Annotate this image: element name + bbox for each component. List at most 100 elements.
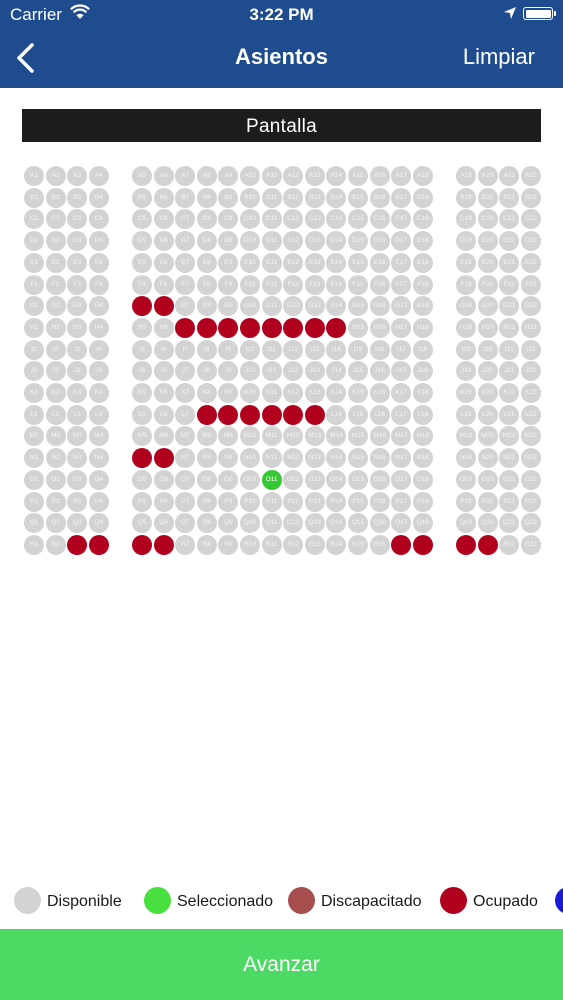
seat-k21[interactable]: K21 [499,383,520,403]
seat-f22[interactable]: F22 [520,274,541,295]
seat-c1[interactable]: C1 [24,209,44,230]
seat-h20[interactable]: H20 [477,317,498,338]
seat-d7[interactable]: D7 [175,231,196,252]
seat-e16[interactable]: E16 [369,252,390,273]
seat-f10[interactable]: F10 [240,274,260,295]
seat-m20[interactable]: M20 [477,426,498,447]
seat-o4[interactable]: O4 [88,469,109,490]
seat-o18[interactable]: O18 [412,469,433,490]
seat-m7[interactable]: M7 [175,426,196,447]
seat-o12[interactable]: O12 [283,469,304,490]
seat-n2[interactable]: N2 [45,448,66,469]
seat-q6[interactable]: Q6 [153,513,174,534]
seat-m14[interactable]: M14 [326,426,347,447]
seat-j6[interactable]: J6 [153,361,174,382]
seat-g2[interactable]: G2 [45,296,66,317]
seat-o7[interactable]: O7 [175,469,196,490]
seat-a7[interactable]: A7 [175,166,196,186]
seat-n15[interactable]: N15 [348,448,368,469]
seat-g22[interactable]: G22 [520,296,541,317]
seat-g21[interactable]: G21 [499,296,520,317]
seat-e11[interactable]: E11 [261,252,282,273]
seat-k8[interactable]: K8 [196,383,217,403]
seat-g11[interactable]: G11 [261,296,282,317]
seat-r7[interactable]: R7 [175,534,196,555]
seat-j10[interactable]: J10 [240,361,260,382]
seat-p21[interactable]: P21 [499,491,520,512]
seat-e19[interactable]: E19 [456,252,476,273]
seat-c14[interactable]: C14 [326,209,347,230]
seat-m22[interactable]: M22 [520,426,541,447]
seat-k16[interactable]: K16 [369,383,390,403]
seat-g10[interactable]: G10 [240,296,260,317]
seat-o10[interactable]: O10 [240,469,260,490]
seat-m4[interactable]: M4 [88,426,109,447]
seat-e5[interactable]: E5 [132,252,152,273]
seat-b21[interactable]: B21 [499,187,520,208]
seat-i1[interactable]: I1 [24,339,44,360]
seat-d16[interactable]: D16 [369,231,390,252]
seat-h1[interactable]: H1 [24,317,44,338]
seat-d19[interactable]: D19 [456,231,476,252]
seat-d3[interactable]: D3 [67,231,88,252]
seat-n12[interactable]: N12 [283,448,304,469]
seat-c11[interactable]: C11 [261,209,282,230]
seat-o9[interactable]: O9 [218,469,239,490]
seat-l19[interactable]: L19 [456,404,476,425]
seat-m5[interactable]: M5 [132,426,152,447]
seat-p14[interactable]: P14 [326,491,347,512]
seat-d14[interactable]: D14 [326,231,347,252]
seat-b18[interactable]: B18 [412,187,433,208]
seat-p12[interactable]: P12 [283,491,304,512]
seat-e8[interactable]: E8 [196,252,217,273]
seat-g15[interactable]: G15 [348,296,368,317]
seat-j7[interactable]: J7 [175,361,196,382]
seat-m9[interactable]: M9 [218,426,239,447]
seat-p17[interactable]: P17 [391,491,412,512]
seat-i4[interactable]: I4 [88,339,109,360]
seat-a15[interactable]: A15 [348,166,368,186]
seat-r12[interactable]: R12 [283,534,304,555]
seat-k10[interactable]: K10 [240,383,260,403]
seat-m13[interactable]: M13 [304,426,325,447]
seat-q8[interactable]: Q8 [196,513,217,534]
seat-k7[interactable]: K7 [175,383,196,403]
seat-h4[interactable]: H4 [88,317,109,338]
seat-d20[interactable]: D20 [477,231,498,252]
seat-p19[interactable]: P19 [456,491,476,512]
seat-i20[interactable]: I20 [477,339,498,360]
seat-b22[interactable]: B22 [520,187,541,208]
seat-p16[interactable]: P16 [369,491,390,512]
seat-n8[interactable]: N8 [196,448,217,469]
seat-g6[interactable]: G6 [153,296,174,317]
seat-f15[interactable]: F15 [348,274,368,295]
advance-button[interactable]: Avanzar [0,929,563,1000]
seat-n7[interactable]: N7 [175,448,196,469]
seat-f5[interactable]: F5 [132,274,152,295]
seat-o5[interactable]: O5 [132,469,152,490]
seat-h5[interactable]: H5 [132,317,152,338]
seat-q5[interactable]: Q5 [132,513,152,534]
seat-g20[interactable]: G20 [477,296,498,317]
seat-h6[interactable]: H6 [153,317,174,338]
seat-b10[interactable]: B10 [240,187,260,208]
seat-o20[interactable]: O20 [477,469,498,490]
seat-o2[interactable]: O2 [45,469,66,490]
seat-j18[interactable]: J18 [412,361,433,382]
seat-o1[interactable]: O1 [24,469,44,490]
seat-q15[interactable]: Q15 [348,513,368,534]
seat-c2[interactable]: C2 [45,209,66,230]
seat-h15[interactable]: H15 [348,317,368,338]
seat-q11[interactable]: Q11 [261,513,282,534]
seat-l11[interactable]: L11 [261,404,282,425]
seat-i7[interactable]: I7 [175,339,196,360]
seat-l16[interactable]: L16 [369,404,390,425]
seat-b9[interactable]: B9 [218,187,239,208]
seat-l6[interactable]: L6 [153,404,174,425]
seat-h7[interactable]: H7 [175,317,196,338]
seat-c22[interactable]: C22 [520,209,541,230]
seat-d6[interactable]: D6 [153,231,174,252]
seat-a21[interactable]: A21 [499,166,520,186]
seat-r13[interactable]: R13 [304,534,325,555]
seat-f16[interactable]: F16 [369,274,390,295]
